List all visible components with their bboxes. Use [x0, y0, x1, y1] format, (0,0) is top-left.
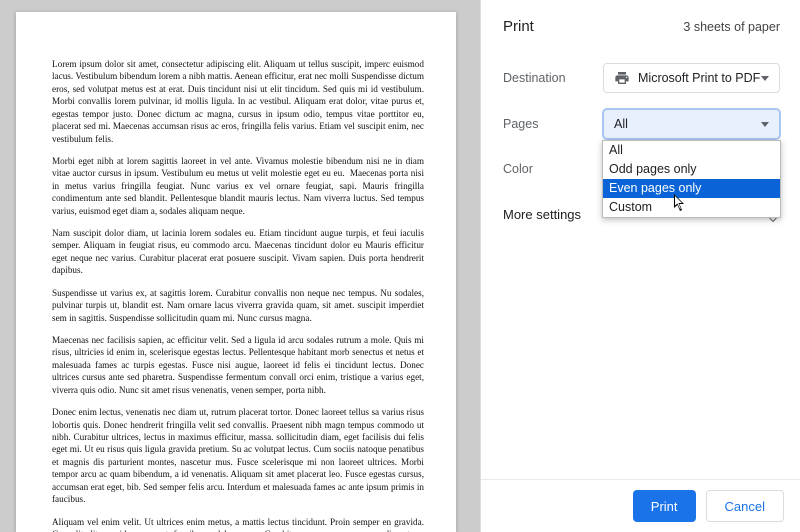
- pages-dropdown: All Odd pages only Even pages only Custo…: [602, 140, 781, 218]
- preview-paragraph: Aliquam vel enim velit. Ut ultrices enim…: [52, 516, 424, 532]
- printer-icon: [614, 71, 630, 85]
- color-label: Color: [503, 162, 603, 176]
- pages-label: Pages: [503, 117, 603, 131]
- more-settings-label: More settings: [503, 207, 581, 222]
- print-sidebar: Print 3 sheets of paper Destination Micr…: [480, 0, 800, 532]
- cursor-icon: [674, 194, 686, 212]
- print-preview-pane: Lorem ipsum dolor sit amet, consectetur …: [0, 0, 480, 532]
- preview-page: Lorem ipsum dolor sit amet, consectetur …: [16, 12, 456, 532]
- dropdown-option-custom[interactable]: Custom: [603, 198, 780, 217]
- page-title: Print: [503, 18, 534, 35]
- chevron-down-icon: [761, 76, 769, 81]
- destination-value: Microsoft Print to PDF: [638, 71, 761, 85]
- chevron-down-icon: [761, 122, 769, 127]
- preview-paragraph: Maecenas nec facilisis sapien, ac effici…: [52, 334, 424, 396]
- preview-paragraph: Lorem ipsum dolor sit amet, consectetur …: [52, 58, 424, 145]
- destination-label: Destination: [503, 71, 603, 85]
- pages-value: All: [614, 117, 761, 131]
- pages-select[interactable]: All: [603, 109, 780, 139]
- preview-paragraph: Morbi eget nibh at lorem sagittis laoree…: [52, 155, 424, 217]
- dropdown-option-even[interactable]: Even pages only: [603, 179, 780, 198]
- destination-select[interactable]: Microsoft Print to PDF: [603, 63, 780, 93]
- preview-paragraph: Suspendisse ut varius ex, at sagittis lo…: [52, 287, 424, 324]
- preview-paragraph: Donec enim lectus, venenatis nec diam ut…: [52, 406, 424, 505]
- print-button[interactable]: Print: [633, 490, 696, 522]
- dropdown-option-odd[interactable]: Odd pages only: [603, 160, 780, 179]
- preview-paragraph: Nam suscipit dolor diam, ut lacinia lore…: [52, 227, 424, 277]
- cancel-button[interactable]: Cancel: [706, 490, 784, 522]
- dropdown-option-all[interactable]: All: [603, 141, 780, 160]
- sheet-count: 3 sheets of paper: [683, 20, 780, 34]
- dialog-footer: Print Cancel: [481, 479, 800, 532]
